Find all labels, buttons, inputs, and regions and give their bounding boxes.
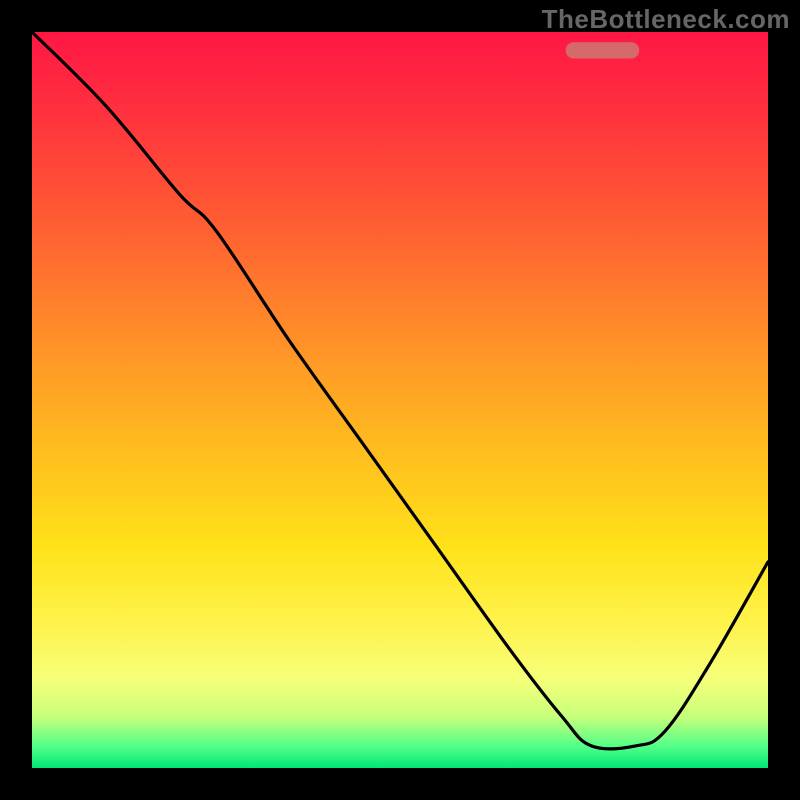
optimal-zone-marker — [566, 42, 640, 58]
bottleneck-chart — [32, 32, 768, 768]
gradient-background — [32, 32, 768, 768]
watermark-text: TheBottleneck.com — [542, 4, 790, 35]
